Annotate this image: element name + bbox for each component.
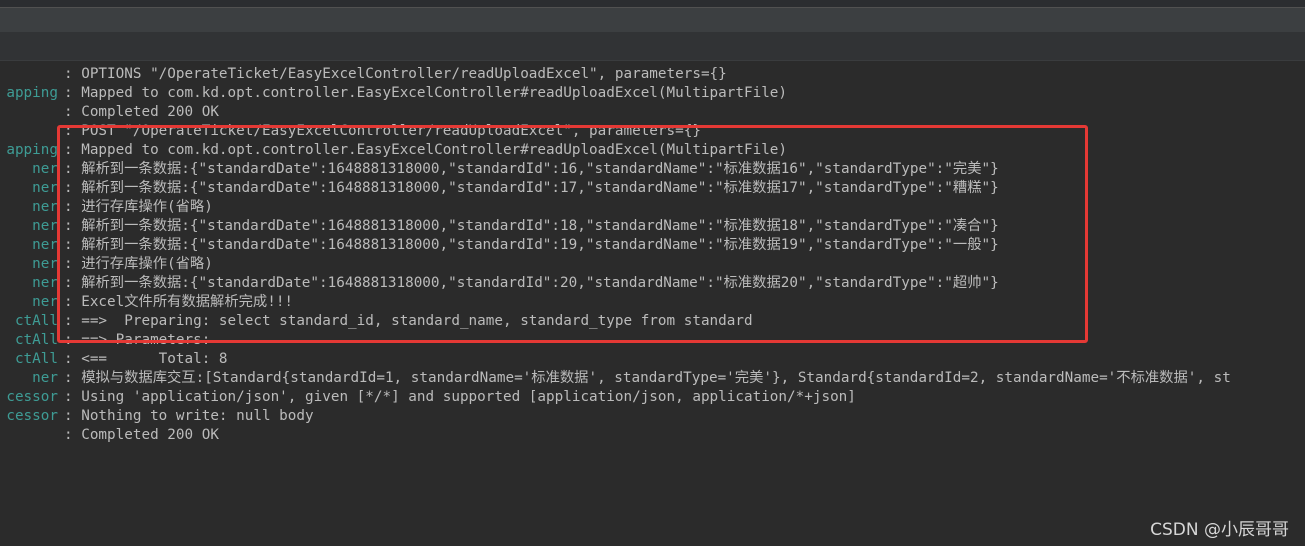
log-line: ctAll : <== Total: 8	[0, 350, 1305, 369]
log-message: : OPTIONS "/OperateTicket/EasyExcelContr…	[64, 66, 727, 82]
log-logger-name: cessor	[6, 408, 58, 424]
log-line: ner : Excel文件所有数据解析完成!!!	[0, 293, 1305, 312]
log-logger-name: ner	[32, 294, 58, 310]
log-line: ner : 进行存库操作(省略)	[0, 255, 1305, 274]
log-line: ner : 解析到一条数据:{"standardDate":16488813180…	[0, 217, 1305, 236]
log-logger-name: cessor	[6, 389, 58, 405]
log-line: ctAll : ==> Parameters:	[0, 331, 1305, 350]
log-message: : 模拟与数据库交互:[Standard{standardId=1, stand…	[64, 370, 1231, 386]
log-logger-name: ctAll	[14, 313, 58, 329]
log-message: : 解析到一条数据:{"standardDate":1648881318000,…	[64, 275, 999, 291]
log-message: : 解析到一条数据:{"standardDate":1648881318000,…	[64, 237, 999, 253]
log-message: : Mapped to com.kd.opt.controller.EasyEx…	[64, 85, 788, 101]
log-line: cessor : Nothing to write: null body	[0, 407, 1305, 426]
log-message: : Excel文件所有数据解析完成!!!	[64, 294, 294, 310]
log-logger-name: apping	[6, 85, 58, 101]
console-output[interactable]: : OPTIONS "/OperateTicket/EasyExcelContr…	[0, 61, 1305, 546]
log-line: apping : Mapped to com.kd.opt.controller.…	[0, 84, 1305, 103]
log-logger-name: ctAll	[14, 351, 58, 367]
log-line: ner : 解析到一条数据:{"standardDate":16488813180…	[0, 236, 1305, 255]
log-line: apping : Mapped to com.kd.opt.controller.…	[0, 141, 1305, 160]
log-line: cessor : Using 'application/json', given …	[0, 388, 1305, 407]
log-message: : Completed 200 OK	[64, 427, 219, 443]
log-logger-name: apping	[6, 142, 58, 158]
log-message: : 解析到一条数据:{"standardDate":1648881318000,…	[64, 161, 999, 177]
log-line: ctAll : ==> Preparing: select standard_id…	[0, 312, 1305, 331]
log-line: ner : 解析到一条数据:{"standardDate":16488813180…	[0, 179, 1305, 198]
log-line: : Completed 200 OK	[0, 426, 1305, 445]
log-message: : POST "/OperateTicket/EasyExcelControll…	[64, 123, 701, 139]
log-logger-name: ner	[32, 275, 58, 291]
log-line: ner : 解析到一条数据:{"standardDate":16488813180…	[0, 160, 1305, 179]
log-message: : ==> Preparing: select standard_id, sta…	[64, 313, 753, 329]
log-line: : Completed 200 OK	[0, 103, 1305, 122]
title-bar	[0, 0, 1305, 7]
log-logger-name: ner	[32, 256, 58, 272]
log-line: ner : 进行存库操作(省略)	[0, 198, 1305, 217]
log-message: : Nothing to write: null body	[64, 408, 314, 424]
log-logger-name: ner	[32, 218, 58, 234]
watermark: CSDN @小辰哥哥	[1150, 520, 1289, 540]
log-line: : OPTIONS "/OperateTicket/EasyExcelContr…	[0, 65, 1305, 84]
log-message: : ==> Parameters:	[64, 332, 219, 348]
log-logger-name: ner	[32, 180, 58, 196]
log-logger-name: ner	[32, 199, 58, 215]
log-message: : 进行存库操作(省略)	[64, 199, 213, 215]
tab-strip[interactable]	[0, 7, 1305, 32]
log-message: : Using 'application/json', given [*/*] …	[64, 389, 856, 405]
log-message: : Completed 200 OK	[64, 104, 219, 120]
log-line: ner : 模拟与数据库交互:[Standard{standardId=1, st…	[0, 369, 1305, 388]
log-line: : POST "/OperateTicket/EasyExcelControll…	[0, 122, 1305, 141]
log-message: : <== Total: 8	[64, 351, 228, 367]
log-line: ner : 解析到一条数据:{"standardDate":16488813180…	[0, 274, 1305, 293]
log-message: : 进行存库操作(省略)	[64, 256, 213, 272]
log-message: : 解析到一条数据:{"standardDate":1648881318000,…	[64, 180, 999, 196]
console-toolbar	[0, 32, 1305, 61]
log-logger-name: ner	[32, 370, 58, 386]
log-message: : 解析到一条数据:{"standardDate":1648881318000,…	[64, 218, 999, 234]
log-message: : Mapped to com.kd.opt.controller.EasyEx…	[64, 142, 788, 158]
log-logger-name: ner	[32, 237, 58, 253]
log-logger-name: ctAll	[14, 332, 58, 348]
log-logger-name: ner	[32, 161, 58, 177]
